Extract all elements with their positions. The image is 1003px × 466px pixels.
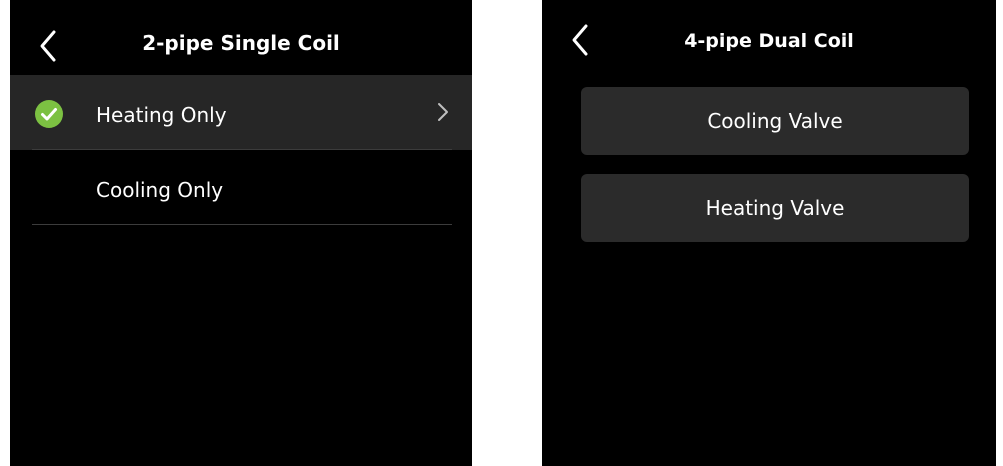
list-item-label: Cooling Only bbox=[96, 178, 224, 202]
stage: 2-pipe Single Coil Heating Only Cooling … bbox=[0, 0, 1003, 466]
list-item-cooling-only[interactable]: Cooling Only bbox=[10, 150, 472, 225]
list-item-heating-only[interactable]: Heating Only bbox=[10, 75, 472, 150]
check-circle-icon bbox=[35, 100, 63, 128]
heating-valve-button[interactable]: Heating Valve bbox=[581, 174, 969, 242]
chevron-right-icon bbox=[436, 101, 450, 123]
page-title: 4-pipe Dual Coil bbox=[684, 30, 854, 52]
page-title: 2-pipe Single Coil bbox=[142, 31, 340, 55]
cooling-valve-button[interactable]: Cooling Valve bbox=[581, 87, 969, 155]
header: 2-pipe Single Coil bbox=[10, 0, 472, 75]
list-item-label: Heating Only bbox=[96, 103, 227, 127]
four-pipe-screen: 4-pipe Dual Coil Cooling Valve Heating V… bbox=[542, 0, 996, 466]
two-pipe-screen: 2-pipe Single Coil Heating Only Cooling … bbox=[10, 0, 472, 466]
divider bbox=[32, 224, 452, 225]
header: 4-pipe Dual Coil bbox=[542, 0, 996, 75]
